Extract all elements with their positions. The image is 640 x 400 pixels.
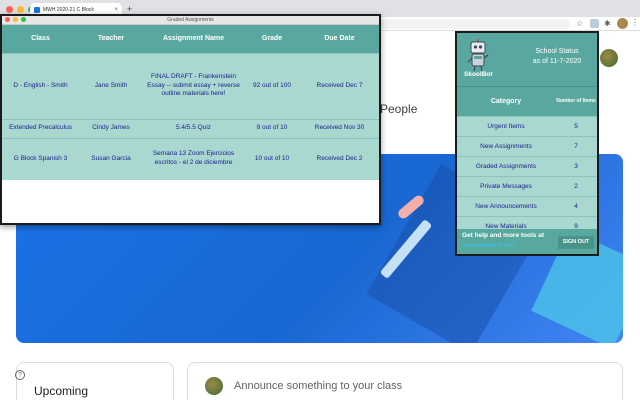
column-header: Assignment Name [143, 25, 244, 53]
graded-maximize-button[interactable] [21, 17, 26, 22]
new-tab-button[interactable]: + [127, 4, 132, 14]
classroom-favicon-icon [34, 7, 40, 13]
status-row-count: 3 [574, 163, 578, 170]
status-row-count: 7 [574, 143, 578, 150]
status-row-count: 4 [574, 203, 578, 210]
table-header-row: Class Teacher Assignment Name Grade Due … [2, 25, 379, 53]
status-title: School Status as of 11-7-2020 [517, 47, 597, 67]
due-cell: Received Dec 7 [300, 52, 379, 119]
status-row-new-assignments[interactable]: New Assignments 7 [457, 136, 597, 156]
status-row-graded-assignments[interactable]: Graded Assignments 3 [457, 156, 597, 176]
status-footer: Get help and more tools at www.skoolbot.… [457, 229, 597, 254]
brand-name: SkoolBot [464, 71, 493, 78]
assignment-link[interactable]: FINAL DRAFT - Frankenstein Essay -- subm… [143, 52, 244, 119]
account-avatar[interactable] [600, 49, 618, 67]
assignment-link[interactable]: 5.4/5.5 Quiz [143, 118, 244, 138]
grade-cell: 10 out of 10 [244, 137, 300, 180]
close-window-button[interactable] [6, 6, 13, 13]
help-text: Get help and more tools at [462, 232, 544, 239]
graded-window-controls [5, 17, 26, 22]
status-header: SkoolBot School Status as of 11-7-2020 [457, 33, 597, 86]
graded-titlebar: Graded Assignments [2, 16, 379, 25]
skoolbot-robot-icon [467, 38, 489, 72]
grade-cell: 92 out of 100 [244, 52, 300, 119]
status-row-count: 2 [574, 183, 578, 190]
skoolbot-link[interactable]: www.skoolbot.com [462, 242, 516, 249]
class-cell: Extended Precalculus [2, 118, 79, 138]
tab-close-icon[interactable]: × [114, 7, 118, 13]
graded-table: Class Teacher Assignment Name Grade Due … [2, 25, 379, 180]
tab-title: MWH 2020-21 C Block [43, 7, 94, 13]
teacher-cell: Susan Garcia [79, 137, 143, 180]
table-row[interactable]: D - English - Smith Jane Smith FINAL DRA… [2, 52, 379, 119]
graded-close-button[interactable] [5, 17, 10, 22]
help-icon[interactable]: ? [15, 370, 25, 380]
teacher-cell: Jane Smith [79, 52, 143, 119]
profile-avatar[interactable] [617, 18, 628, 29]
table-row[interactable]: G Block Spanish 3 Susan Garcia Semana 13… [2, 137, 379, 180]
status-row-label: Urgent Items [487, 123, 525, 130]
class-cell: G Block Spanish 3 [2, 137, 79, 180]
announce-input[interactable]: Announce something to your class [234, 380, 402, 392]
people-tab[interactable]: People [380, 102, 417, 116]
sign-out-button[interactable]: SIGN OUT [558, 236, 594, 249]
column-header: Class [2, 25, 79, 53]
due-cell: Received Nov 30 [300, 118, 379, 138]
grade-cell: 8 out of 10 [244, 118, 300, 138]
status-row-private-messages[interactable]: Private Messages 2 [457, 176, 597, 196]
status-row-label: Graded Assignments [475, 163, 537, 170]
due-cell: Received Dec 2 [300, 137, 379, 180]
status-title-line1: School Status [535, 48, 579, 55]
school-status-window: SkoolBot School Status as of 11-7-2020 C… [455, 31, 599, 256]
status-row-count: 5 [574, 123, 578, 130]
column-header: Grade [244, 25, 300, 53]
upcoming-title: Upcoming [34, 384, 89, 398]
address-bar[interactable] [380, 19, 570, 29]
column-header: Due Date [300, 25, 379, 53]
status-row-label: Private Messages [480, 183, 532, 190]
graded-minimize-button[interactable] [13, 17, 18, 22]
graded-assignments-window: Graded Assignments Class Teacher Assignm… [0, 14, 381, 225]
assignment-link[interactable]: Semana 13 Zoom Ejercicios escritos - el … [143, 137, 244, 180]
status-row-new-announcements[interactable]: New Announcements 4 [457, 196, 597, 216]
category-header: Category [490, 98, 522, 105]
status-row-label: New Announcements [475, 203, 537, 210]
announce-avatar [205, 377, 223, 395]
status-column-headers: Category Number of Items [457, 86, 597, 116]
status-title-line2: as of 11-7-2020 [532, 57, 582, 65]
number-header: Number of Items [556, 98, 596, 105]
extension-icon[interactable] [590, 19, 599, 28]
browser-menu-icon[interactable]: ⋮ [631, 18, 639, 27]
bookmark-star-icon[interactable]: ☆ [576, 19, 583, 28]
table-row[interactable]: Extended Precalculus Cindy James 5.4/5.5… [2, 118, 379, 138]
status-row-urgent[interactable]: Urgent Items 5 [457, 116, 597, 136]
class-cell: D - English - Smith [2, 52, 79, 119]
status-row-label: New Assignments [480, 143, 532, 150]
minimize-window-button[interactable] [17, 6, 24, 13]
column-header: Teacher [79, 25, 143, 53]
teacher-cell: Cindy James [79, 118, 143, 138]
graded-window-title: Graded Assignments [167, 17, 214, 23]
extensions-puzzle-icon[interactable]: ✱ [604, 19, 611, 28]
